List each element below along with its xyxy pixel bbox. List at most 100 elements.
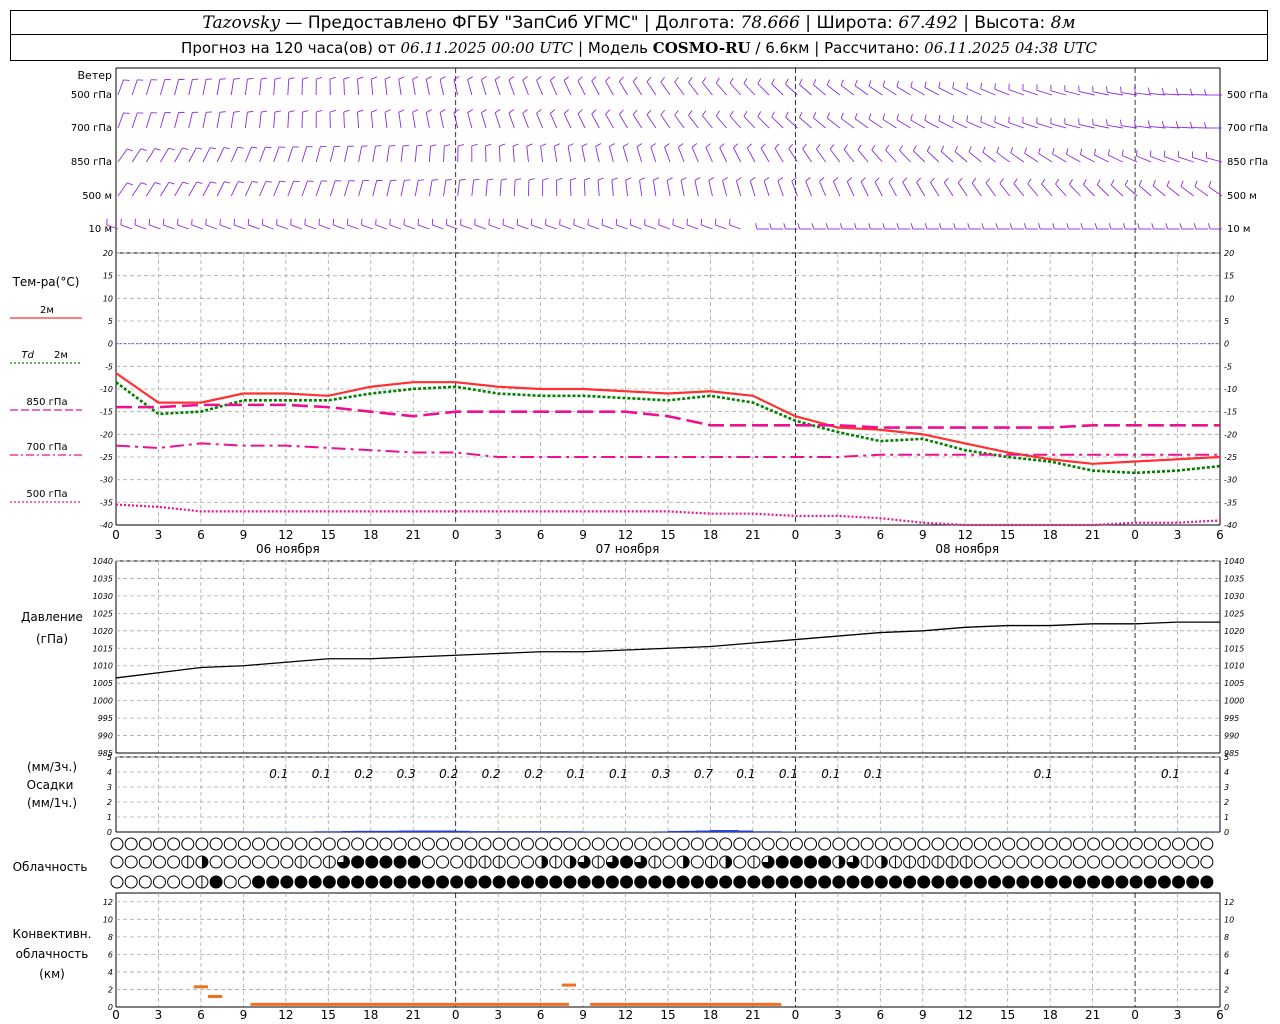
wind-barb-shaft (1149, 125, 1166, 129)
wind-barb-flag (127, 182, 133, 186)
cloud-cover-fill (683, 856, 690, 868)
cloud-symbols (110, 837, 1214, 889)
y-tick-label-left: 1025 (93, 609, 113, 618)
y-tick-label-right: 4 (1224, 968, 1229, 977)
cloud-cover-fill (889, 876, 902, 888)
time-tick-label: 18 (363, 528, 378, 542)
precipitation-bar (356, 830, 371, 832)
wind-barb-flag (471, 143, 478, 147)
wind-barb-shaft (488, 224, 501, 230)
cloud-cover-fill (450, 876, 463, 888)
y-tick-label-left: -10 (100, 385, 113, 394)
wind-barb-shaft (743, 83, 756, 96)
cloud-cover-fill (818, 856, 831, 868)
wind-barb-flag (591, 109, 597, 115)
cloud-cover-symbol (1186, 837, 1200, 851)
cloud-cover-fill (436, 876, 449, 888)
wind-barb-shaft (1152, 185, 1166, 197)
cloud-cover-fill (988, 876, 1001, 888)
wind-barb-flag (481, 109, 487, 114)
wind-barb-flag (930, 177, 935, 183)
cloud-cover-fill (365, 856, 378, 868)
precipitation-amount-label: 0.1 (736, 767, 755, 781)
cloud-cover-symbol (436, 855, 450, 869)
wind-barb-flag (966, 115, 969, 122)
wind-barb-flag (646, 109, 652, 115)
wind-barb-flag (840, 112, 844, 119)
cloud-cover-symbol (167, 875, 181, 889)
cloud-cover-fill (620, 876, 633, 888)
wind-barb-flag (570, 177, 577, 181)
wind-barb-flag (1107, 149, 1110, 156)
wind-barb-flag (494, 76, 501, 81)
cloud-cover-symbol (1186, 855, 1200, 869)
wind-barb-shaft (1050, 90, 1067, 96)
time-tick-label: 9 (919, 528, 927, 542)
time-tick-label: 0 (452, 528, 460, 542)
cloud-cover-fill (903, 876, 916, 888)
y-tick-label-right: -30 (1224, 476, 1237, 485)
cloud-cover-fill (861, 876, 874, 888)
wind-barb-flag (1138, 179, 1143, 186)
y-tick-label-left: 0 (108, 340, 113, 349)
wind-barb-flag (487, 178, 494, 181)
wind-barb-flag (219, 78, 226, 80)
wind-barb-shaft (384, 79, 388, 96)
wind-barb-flag (982, 146, 986, 153)
cloud-cover-symbol (1172, 855, 1186, 869)
wind-barb-shaft (301, 180, 308, 197)
wind-barb-shaft (329, 146, 335, 163)
wind-barb-shaft (1078, 124, 1095, 129)
precipitation-bar (752, 831, 768, 832)
wind-barb-flag (1207, 223, 1211, 230)
cloud-cover-symbol (860, 837, 874, 851)
wind-barb-shaft (871, 149, 883, 163)
wind-barb-shaft (344, 180, 350, 197)
cloud-cover-fill (394, 876, 407, 888)
cloud-cover-fill (804, 876, 817, 888)
wind-barb-flag (595, 143, 602, 147)
cloud-cover-symbol (421, 855, 435, 869)
time-tick-label: 0 (792, 528, 800, 542)
wind-barb-flag (1179, 223, 1183, 230)
wind-barb-flag (705, 143, 711, 148)
y-tick-label-right: 1035 (1224, 574, 1244, 583)
wind-barb-flag (412, 76, 419, 80)
wind-barb-shaft (460, 224, 473, 230)
wind-barb-shaft (145, 182, 156, 197)
wind-barb-flag (999, 178, 1004, 184)
cloud-cover-symbol (138, 875, 152, 889)
precipitation-bar (583, 831, 598, 832)
wind-barb-flag (980, 115, 982, 122)
wind-barb-shaft (202, 112, 207, 129)
wind-barb-shaft (646, 114, 657, 129)
precipitation-bar (328, 831, 343, 832)
wind-barb-shaft (1192, 157, 1208, 163)
temperature-panel-title: Тем-ра(°C) (12, 275, 80, 289)
wind-barb-shaft (910, 119, 925, 129)
wind-barb-flag (967, 223, 970, 230)
legend-label: 850 гПа (26, 397, 67, 408)
wind-barb-flag (265, 146, 272, 149)
wind-barb-shaft (595, 146, 600, 163)
wind-barb-flag (1120, 86, 1122, 93)
wind-barb-shaft (802, 148, 812, 163)
cloud-cover-symbol (181, 875, 195, 889)
wind-barb-flag (219, 111, 226, 113)
cloud-cover-fill (1101, 876, 1114, 888)
cloud-cover-fill (733, 876, 746, 888)
cloud-cover-symbol (322, 837, 336, 851)
wind-barb-flag (1038, 147, 1041, 154)
time-tick-label: 18 (363, 1008, 378, 1022)
wind-barb-flag (646, 76, 652, 82)
time-tick-label: 6 (197, 528, 205, 542)
wind-barb-shaft (131, 112, 138, 129)
wind-barb-flag (632, 109, 638, 115)
wind-barb-shaft (400, 146, 404, 163)
wind-barb-shaft (1177, 93, 1194, 96)
wind-barb-flag (882, 223, 885, 230)
cloud-cover-symbol (1157, 837, 1171, 851)
cloud-cover-fill (634, 876, 647, 888)
time-tick-label: 0 (1131, 528, 1139, 542)
wind-level-label-right: 700 гПа (1227, 123, 1268, 134)
